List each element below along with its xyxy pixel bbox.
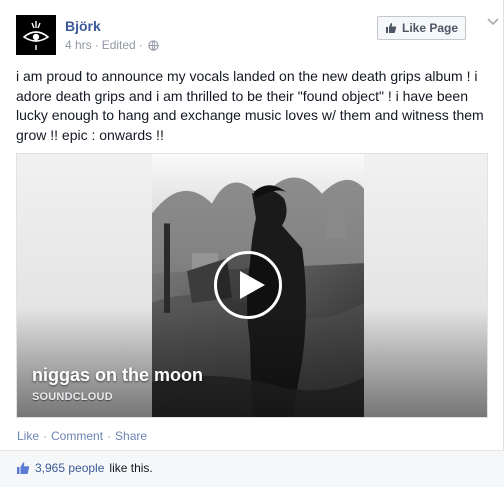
meta-separator: · <box>138 38 143 52</box>
author-name[interactable]: Björk <box>65 18 101 34</box>
share-link[interactable]: Share <box>115 429 147 443</box>
play-icon <box>240 271 265 299</box>
post-actions: Like · Comment · Share <box>17 429 147 443</box>
meta-separator: · <box>94 38 99 52</box>
thumbs-up-icon <box>17 462 30 474</box>
chevron-down-icon[interactable] <box>487 17 499 27</box>
comment-link[interactable]: Comment <box>51 429 103 443</box>
action-separator: · <box>43 429 48 443</box>
action-separator: · <box>107 429 112 443</box>
author-avatar[interactable] <box>16 15 56 55</box>
facebook-post-card: Björk 4 hrs · Edited · Like Page i am pr… <box>0 0 504 487</box>
track-title[interactable]: niggas on the moon <box>32 365 203 386</box>
thumbs-up-icon <box>385 23 397 33</box>
post-text: i am proud to announce my vocals landed … <box>16 68 484 143</box>
likes-footer: 3,965 people like this. <box>0 450 504 487</box>
play-button[interactable] <box>214 251 282 319</box>
like-link[interactable]: Like <box>17 429 39 443</box>
post-time[interactable]: 4 hrs <box>65 38 92 52</box>
like-page-label: Like Page <box>401 21 459 35</box>
post-meta: 4 hrs · Edited · <box>65 38 159 52</box>
soundcloud-media-embed[interactable]: niggas on the moon SOUNDCLOUD <box>16 153 488 418</box>
eye-logo-icon <box>16 15 56 55</box>
track-source: SOUNDCLOUD <box>32 391 113 403</box>
like-page-button[interactable]: Like Page <box>377 16 466 40</box>
likes-count-link[interactable]: 3,965 people <box>35 461 104 475</box>
globe-icon[interactable] <box>148 39 159 51</box>
likes-summary: 3,965 people like this. <box>16 461 153 475</box>
edited-label[interactable]: Edited <box>102 38 136 52</box>
likes-suffix: like this. <box>109 461 153 475</box>
